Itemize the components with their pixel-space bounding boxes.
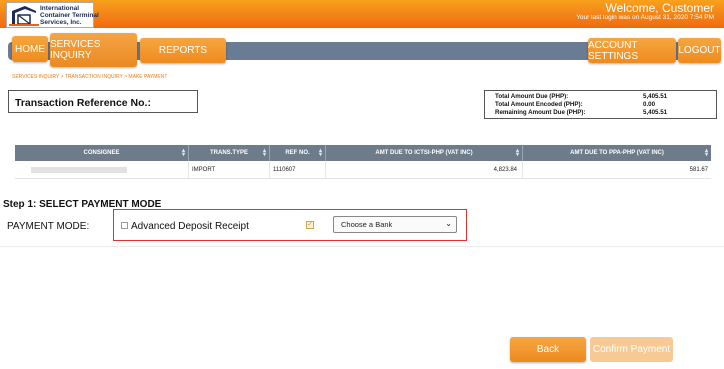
nav-logout-button[interactable]: LOGOUT (678, 38, 721, 63)
sort-icon: ▴ ▾ (318, 148, 322, 158)
back-button[interactable]: Back (510, 337, 586, 362)
section-divider (0, 246, 724, 247)
last-login-text: Your last login was on August 31, 2020 7… (576, 14, 714, 21)
redacted-consignee (31, 167, 127, 173)
table-row: IMPORT 1110607 4,823.84 581.67 (15, 161, 711, 179)
sort-icon: ▴ ▾ (262, 148, 266, 158)
welcome-text: Welcome, Customer (605, 1, 714, 15)
header-trans-type[interactable]: TRANS.TYPE ▴ ▾ (189, 145, 270, 161)
remaining-due-value: 5,405.51 (643, 109, 668, 116)
totals-box: Total Amount Due (PHP): 5,405.51 Total A… (484, 90, 717, 119)
nav-account-settings-button[interactable]: ACCOUNT SETTINGS (588, 38, 676, 63)
header-amt-ppa[interactable]: AMT DUE TO PPA-PHP (VAT INC) ▴ ▾ (523, 145, 711, 161)
sort-icon: ▴ ▾ (704, 148, 708, 158)
header-amt-ictsi[interactable]: AMT DUE TO ICTSI-PHP (VAT INC) ▴ ▾ (326, 145, 523, 161)
total-due-label: Total Amount Due (PHP): (495, 93, 569, 100)
cell-ref-no: 1110607 (270, 161, 326, 179)
total-due-value: 5,405.51 (643, 93, 668, 100)
transaction-reference-label: Transaction Reference No.: (15, 97, 151, 109)
bank-select[interactable]: Choose a Bank ⌄ (333, 216, 457, 233)
nav-reports-button[interactable]: REPORTS (140, 38, 226, 63)
transaction-reference-box: Transaction Reference No.: (8, 90, 198, 113)
remaining-due-label: Remaining Amount Due (PHP): (495, 109, 586, 116)
chevron-down-icon: ⌄ (445, 219, 452, 228)
nav-services-inquiry-button[interactable]: SERVICES INQUIRY (50, 33, 137, 67)
total-encoded-label: Total Amount Encoded (PHP): (495, 101, 583, 108)
confirm-payment-button[interactable]: Confirm Payment (590, 337, 673, 362)
company-logo: International Container Terminal Service… (6, 2, 99, 28)
adr-label: Advanced Deposit Receipt (131, 221, 249, 232)
cell-consignee (15, 161, 189, 179)
crane-logo-icon (9, 4, 39, 26)
payment-table: CONSIGNEE ▴ ▾ TRANS.TYPE ▴ ▾ REF NO. ▴ ▾ AM… (15, 145, 711, 179)
cell-amt-ictsi: 4,823.84 (326, 161, 523, 179)
cell-trans-type: IMPORT (189, 161, 270, 179)
table-header: CONSIGNEE ▴ ▾ TRANS.TYPE ▴ ▾ REF NO. ▴ ▾ AM… (15, 145, 711, 161)
company-name: International Container Terminal Service… (40, 5, 99, 26)
sort-icon: ▴ ▾ (181, 148, 185, 158)
total-encoded-value: 0.00 (643, 101, 656, 108)
header-ref-no[interactable]: REF NO. ▴ ▾ (270, 145, 326, 161)
breadcrumb[interactable]: SERVICES INQUIRY > TRANSACTION INQUIRY >… (12, 74, 167, 80)
bank-select-value: Choose a Bank (341, 220, 393, 229)
nav-home-button[interactable]: HOME (12, 36, 48, 62)
bank-checkbox[interactable]: ✓ (306, 221, 314, 229)
adr-checkbox[interactable] (121, 222, 128, 229)
payment-mode-label: PAYMENT MODE: (7, 221, 90, 232)
sort-icon: ▴ ▾ (515, 148, 519, 158)
cell-amt-ppa: 581.67 (689, 167, 708, 173)
header-consignee[interactable]: CONSIGNEE ▴ ▾ (15, 145, 189, 161)
